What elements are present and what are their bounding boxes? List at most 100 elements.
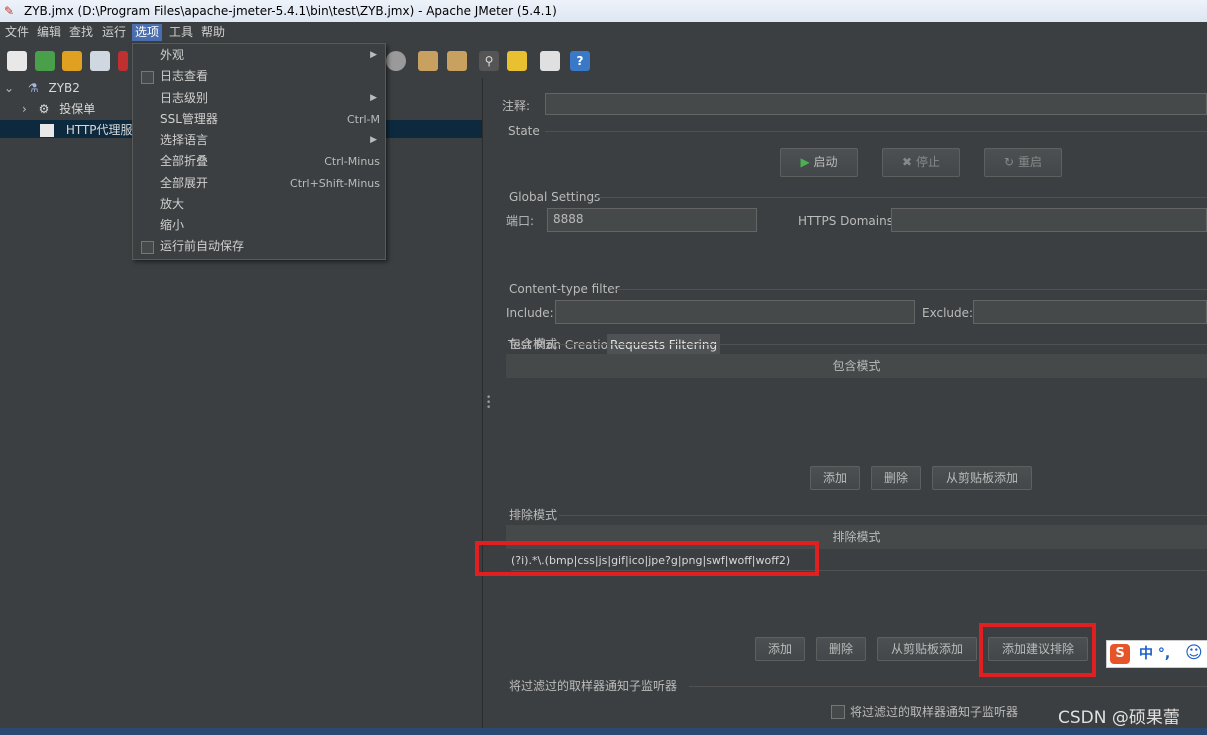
menu-bar: 文件 编辑 查找 运行 选项 工具 帮助 [0,22,1207,43]
smiley-icon: ☺ [1185,643,1203,663]
chevron-right-icon: › [22,102,27,116]
chevron-down-icon: ⌄ [4,81,15,95]
menu-item-label: 全部折叠 [160,154,209,168]
restart-icon: ↻ [1004,155,1015,169]
content-type-filter-label: Content-type filter [509,282,620,296]
include-table-header[interactable]: 包含模式 [506,354,1207,378]
menu-run[interactable]: 运行 [99,24,129,41]
menu-file[interactable]: 文件 [2,24,32,41]
menu-item-log-viewer[interactable]: 日志查看 [133,66,385,87]
https-domains-label: HTTPS Domains: [798,214,897,228]
submenu-arrow-icon: ▶ [370,135,377,145]
include-label: Include: [506,306,554,320]
comment-label: 注释: [502,99,531,113]
proxy-settings-panel: 注释: State ▶ 启动 ✖ 停止 ↻ 重启 Global Settings… [493,78,1207,735]
tree-item-thread-group[interactable]: › ⚙ 投保单 [22,99,95,119]
include-add-button[interactable]: 添加 [810,466,860,490]
tree-item-root[interactable]: ⌄ ⚗ ZYB2 [4,78,80,98]
menu-item-choose-language[interactable]: 选择语言 ▶ [133,130,385,151]
templates-icon[interactable] [35,51,55,71]
port-label: 端口: [506,214,535,228]
menu-item-ssl-manager[interactable]: SSL管理器 Ctrl-M [133,109,385,130]
menu-item-zoom-in[interactable]: 放大 [133,194,385,215]
flask-icon: ⚗ [27,81,39,95]
menu-edit[interactable]: 编辑 [34,24,64,41]
drag-handle-icon: • • • [486,393,492,413]
divider [559,344,1207,345]
shutdown-icon[interactable] [386,51,406,71]
menu-item-collapse-all[interactable]: 全部折叠 Ctrl-Minus [133,151,385,172]
menu-help[interactable]: 帮助 [198,24,228,41]
menu-item-look-and-feel[interactable]: 外观 ▶ [133,45,385,66]
menu-search[interactable]: 查找 [66,24,96,41]
submenu-arrow-icon: ▶ [370,93,377,103]
comment-input[interactable] [545,93,1207,115]
menu-item-label: 日志级别 [160,91,209,105]
global-settings-label: Global Settings [509,190,601,204]
include-delete-button[interactable]: 删除 [871,466,921,490]
exclude-add-from-clipboard-button[interactable]: 从剪贴板添加 [877,637,977,661]
start-button-label: 启动 [813,155,838,169]
jmeter-feather-icon: ✎ [4,4,15,18]
ime-status-bar[interactable]: S 中 °, ☺ [1106,640,1207,668]
notify-checkbox-label: 将过滤过的取样器通知子监听器 [850,705,1019,719]
port-input[interactable]: 8888 [547,208,757,232]
menu-tools[interactable]: 工具 [166,24,196,41]
submenu-arrow-icon: ▶ [370,50,377,60]
clear-all-icon[interactable] [447,51,467,71]
checkbox-icon[interactable] [141,71,154,84]
menu-item-expand-all[interactable]: 全部展开 Ctrl+Shift-Minus [133,173,385,194]
ime-mode-text: 中 °, [1139,646,1171,662]
stop-button-label: 停止 [915,155,940,169]
menu-item-label: 缩小 [160,218,185,232]
save-icon[interactable] [90,51,110,71]
restart-button[interactable]: ↻ 重启 [984,148,1062,177]
include-input[interactable] [555,300,915,324]
notify-section-label: 将过滤过的取样器通知子监听器 [509,679,678,693]
tree-child-label: 投保单 [59,102,96,116]
function-helper-icon[interactable] [540,51,560,71]
checkbox-icon[interactable] [141,241,154,254]
highlight-box-exclude-row [475,541,819,576]
sogou-logo-icon: S [1110,644,1130,664]
stop-icon: ✖ [902,155,913,169]
tree-root-label: ZYB2 [48,81,80,95]
window-title: ZYB.jmx (D:\Program Files\apache-jmeter-… [24,4,557,18]
menu-item-zoom-out[interactable]: 缩小 [133,215,385,236]
exclude-delete-button[interactable]: 删除 [816,637,866,661]
https-domains-input[interactable] [891,208,1207,232]
divider [559,515,1207,516]
menu-item-autosave[interactable]: 运行前自动保存 [133,236,385,257]
reset-search-icon[interactable] [507,51,527,71]
state-label: State [508,124,540,138]
highlight-box-suggested-button [979,623,1096,677]
help-icon[interactable]: ? [570,51,590,71]
proxy-icon [40,124,54,137]
menu-options[interactable]: 选项 [132,24,163,41]
menu-item-label: 运行前自动保存 [160,239,245,253]
exclude-add-button[interactable]: 添加 [755,637,805,661]
exclude-input[interactable] [973,300,1207,324]
notify-child-listeners-checkbox[interactable] [831,705,845,719]
open-icon[interactable] [62,51,82,71]
tree-item-http-proxy[interactable]: HTTP代理服务 [40,120,145,140]
taskbar [0,728,1207,735]
menu-item-label: SSL管理器 [160,112,218,126]
exclude-label: Exclude: [922,306,974,320]
search-binoculars-icon[interactable]: ⚲ [479,51,499,71]
title-bar: ✎ ZYB.jmx (D:\Program Files\apache-jmete… [0,0,1207,22]
menu-item-label: 放大 [160,197,185,211]
gear-icon: ⚙ [38,102,50,116]
options-menu-dropdown: 外观 ▶ 日志查看 日志级别 ▶ SSL管理器 Ctrl-M 选择语言 ▶ 全部… [132,43,386,260]
watermark: CSDN @硕果蕾 [1058,708,1180,728]
menu-item-log-level[interactable]: 日志级别 ▶ [133,88,385,109]
play-icon: ▶ [800,155,810,169]
menu-item-label: 外观 [160,48,185,62]
stop-button[interactable]: ✖ 停止 [882,148,960,177]
divider [689,686,1207,687]
new-icon[interactable] [7,51,27,71]
start-button[interactable]: ▶ 启动 [780,148,858,177]
clear-icon[interactable] [418,51,438,71]
include-add-from-clipboard-button[interactable]: 从剪贴板添加 [932,466,1032,490]
cut-icon[interactable] [118,51,128,71]
